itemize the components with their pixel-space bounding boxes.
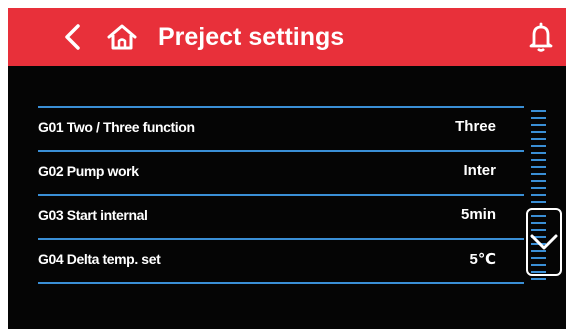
setting-label: G01 Two / Three function <box>38 119 195 135</box>
home-button[interactable] <box>104 20 140 54</box>
divider <box>38 282 524 284</box>
setting-label: G03 Start internal <box>38 207 148 223</box>
setting-value: 5min <box>460 206 496 223</box>
setting-row-g02[interactable]: G02 Pump work Inter <box>38 152 524 194</box>
setting-value: Three <box>455 118 496 135</box>
settings-list: G01 Two / Three function Three G02 Pump … <box>38 106 546 284</box>
setting-row-g01[interactable]: G01 Two / Three function Three <box>38 108 524 150</box>
setting-value: 5℃ <box>469 251 496 268</box>
settings-panel: G01 Two / Three function Three G02 Pump … <box>8 66 566 329</box>
notification-button[interactable] <box>526 20 556 54</box>
bell-icon <box>529 22 553 52</box>
page-title: Preject settings <box>158 23 345 51</box>
screen: Preject settings G01 Two / Three functio… <box>0 0 574 329</box>
setting-row-g03[interactable]: G03 Start internal 5min <box>38 196 524 238</box>
setting-row-g04[interactable]: G04 Delta temp. set 5℃ <box>38 240 524 282</box>
setting-value: Inter <box>463 162 496 179</box>
home-icon <box>107 24 137 50</box>
setting-label: G04 Delta temp. set <box>38 251 161 267</box>
header-bar: Preject settings <box>8 8 566 66</box>
chevron-down-icon <box>530 234 558 250</box>
chevron-left-icon <box>65 24 80 50</box>
scroll-down-button[interactable] <box>526 208 562 276</box>
setting-label: G02 Pump work <box>38 163 139 179</box>
back-button[interactable] <box>58 20 88 54</box>
